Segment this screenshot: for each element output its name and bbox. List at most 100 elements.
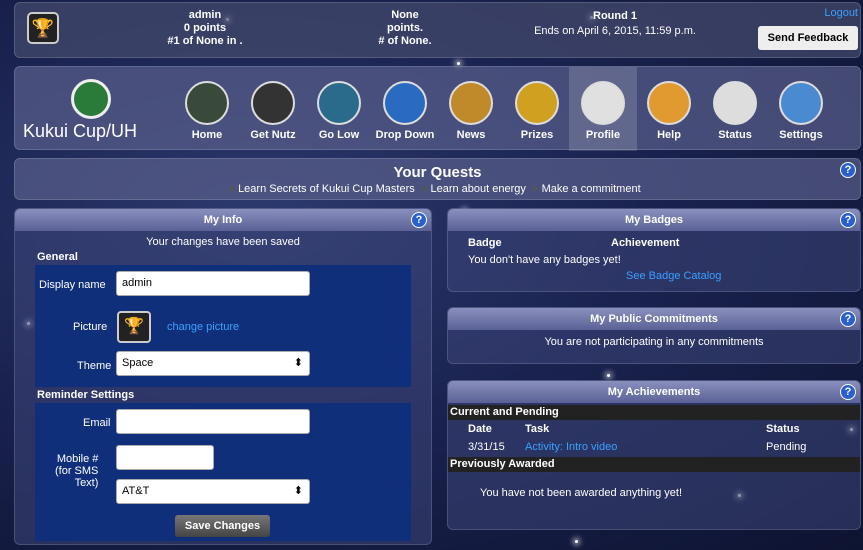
- achievements-help-icon[interactable]: ?: [840, 384, 856, 400]
- main-navigation: Kukui Cup/UH Home Get Nutz Go Low Drop Down…: [14, 66, 861, 151]
- nav-item-prizes[interactable]: Prizes: [503, 67, 571, 151]
- quests-title: Your Quests: [393, 164, 482, 181]
- water-drop-icon: [383, 81, 427, 125]
- save-changes-button[interactable]: Save Changes: [175, 515, 270, 537]
- achievement-status: Pending: [766, 441, 807, 453]
- nav-item-status[interactable]: Status: [701, 67, 769, 151]
- quest-bullet-icon: ●: [420, 183, 431, 195]
- my-achievements-title: My Achievements: [448, 381, 860, 403]
- mobile-input[interactable]: [116, 445, 214, 470]
- mobile-label-line: (for SMS: [55, 465, 99, 477]
- nav-item-go-low[interactable]: Go Low: [305, 67, 373, 151]
- team-rank: # of None.: [378, 35, 432, 47]
- round-end: Ends on April 6, 2015, 11:59 p.m.: [534, 25, 696, 37]
- quests-panel: Your Quests ● Learn Secrets of Kukui Cup…: [14, 158, 861, 200]
- user-avatar[interactable]: 🏆: [27, 12, 59, 44]
- gauge-icon: [317, 81, 361, 125]
- round-title: Round 1: [593, 10, 637, 22]
- quest-item[interactable]: ● Learn Secrets of Kukui Cup Masters: [228, 183, 414, 195]
- reminder-heading: Reminder Settings: [37, 389, 135, 401]
- nav-item-profile[interactable]: Profile: [569, 67, 637, 151]
- nav-label: News: [456, 129, 486, 141]
- email-box[interactable]: [116, 409, 310, 434]
- badge-column-header: Badge: [468, 237, 502, 249]
- my-info-panel: My Info ? Your changes have been saved G…: [14, 208, 432, 545]
- carrier-value: AT&T: [122, 485, 150, 497]
- commitments-help-icon[interactable]: ?: [840, 311, 856, 327]
- nav-item-news[interactable]: News: [437, 67, 505, 151]
- profile-icon: [581, 81, 625, 125]
- achievement-task-link[interactable]: Activity: Intro video: [525, 441, 617, 453]
- nav-label: Drop Down: [375, 129, 435, 141]
- my-info-title: My Info: [15, 209, 431, 231]
- nav-label: Profile: [585, 129, 621, 141]
- nav-item-drop-down[interactable]: Drop Down: [371, 67, 439, 151]
- nav-item-home[interactable]: Home: [173, 67, 241, 151]
- nav-label: Home: [191, 129, 223, 141]
- nav-item-help[interactable]: Help: [635, 67, 703, 151]
- team-points: points.: [386, 22, 424, 34]
- quest-label: Learn about energy: [430, 183, 526, 195]
- mobile-label-line: Text): [74, 477, 99, 489]
- user-rank: #1 of None in .: [167, 35, 243, 47]
- star-decoration: [575, 540, 578, 543]
- task-column-header: Task: [525, 423, 550, 435]
- chart-icon: [713, 81, 757, 125]
- my-badges-title: My Badges: [448, 209, 860, 231]
- nav-label: Go Low: [318, 129, 360, 141]
- theme-select[interactable]: Space ⬍: [116, 351, 310, 376]
- wrench-icon: [779, 81, 823, 125]
- nav-item-get-nutz[interactable]: Get Nutz: [239, 67, 307, 151]
- team-name: None: [391, 9, 419, 21]
- my-achievements-panel: My Achievements ? Current and Pending Da…: [447, 380, 861, 530]
- quest-list: ● Learn Secrets of Kukui Cup Masters ● Le…: [15, 183, 860, 195]
- user-points: 0 points: [183, 22, 227, 34]
- nav-label: Settings: [779, 129, 823, 141]
- change-picture-link[interactable]: change picture: [167, 321, 239, 333]
- display-name-input[interactable]: admin: [116, 271, 310, 296]
- logout-link[interactable]: Logout: [824, 7, 858, 19]
- quests-help-icon[interactable]: ?: [840, 162, 856, 178]
- kukui-cup-logo: [71, 79, 111, 119]
- badge-catalog-link[interactable]: See Badge Catalog: [626, 270, 721, 282]
- carrier-select[interactable]: AT&T ⬍: [116, 479, 310, 504]
- achievement-date: 3/31/15: [468, 441, 505, 453]
- no-commitments-text: You are not participating in any commitm…: [544, 336, 764, 348]
- my-badges-panel: My Badges ? Badge Achievement You don't …: [447, 208, 861, 292]
- quest-item[interactable]: ● Make a commitment: [532, 183, 641, 195]
- select-arrows-icon: ⬍: [293, 485, 303, 497]
- current-pending-header: Current and Pending: [448, 405, 860, 420]
- nav-item-settings[interactable]: Settings: [767, 67, 835, 151]
- send-feedback-button[interactable]: Send Feedback: [758, 26, 858, 50]
- my-info-help-icon[interactable]: ?: [411, 212, 427, 228]
- medal-icon: [515, 81, 559, 125]
- quest-label: Make a commitment: [541, 183, 641, 195]
- quest-item[interactable]: ● Learn about energy: [421, 183, 526, 195]
- nav-label: Get Nutz: [250, 129, 296, 141]
- achievement-column-header: Achievement: [611, 237, 680, 249]
- no-badges-text: You don't have any badges yet!: [468, 254, 621, 266]
- star-decoration: [607, 374, 610, 377]
- nav-label: Help: [657, 129, 681, 141]
- mobile-label: Mobile # (for SMS Text): [55, 453, 98, 489]
- username[interactable]: admin: [135, 9, 275, 22]
- display-name-label: Display name: [39, 279, 106, 291]
- nav-label: Prizes: [520, 129, 554, 141]
- save-confirmation: Your changes have been saved: [146, 236, 300, 248]
- select-arrows-icon: ⬍: [293, 357, 303, 369]
- trophy-icon: [185, 81, 229, 125]
- brand-title[interactable]: Kukui Cup/UH: [23, 121, 137, 142]
- picture-label: Picture: [73, 321, 108, 333]
- public-commitments-title: My Public Commitments: [448, 308, 860, 330]
- date-column-header: Date: [468, 423, 492, 435]
- nav-label: Status: [718, 129, 752, 141]
- status-column-header: Status: [766, 423, 800, 435]
- picture-thumbnail: 🏆: [117, 311, 151, 343]
- quest-bullet-icon: ●: [228, 183, 239, 195]
- mobile-label-line: Mobile #: [56, 453, 99, 465]
- badges-help-icon[interactable]: ?: [840, 212, 856, 228]
- quest-label: Learn Secrets of Kukui Cup Masters: [238, 183, 415, 195]
- star-decoration: [457, 62, 460, 65]
- question-icon: [647, 81, 691, 125]
- theme-label: Theme: [77, 360, 112, 372]
